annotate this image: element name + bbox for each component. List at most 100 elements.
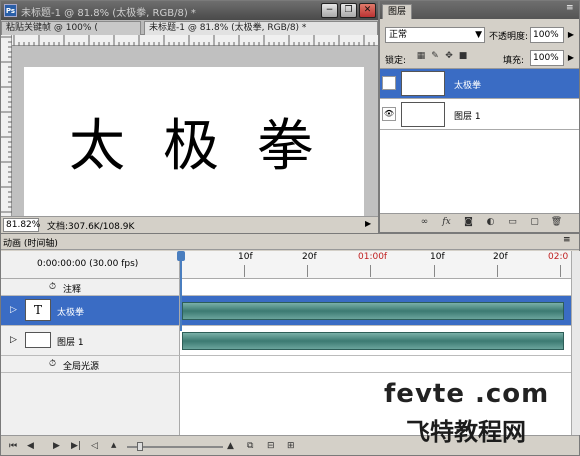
lock-brush-icon[interactable]: ✎ xyxy=(430,51,440,61)
stopwatch-icon[interactable]: ⏱ xyxy=(49,282,56,292)
layers-panel-header: 图层 ≡ xyxy=(380,1,579,19)
new-layer-icon[interactable]: ▢ xyxy=(528,217,541,229)
blend-mode-select[interactable]: 正常 ▼ xyxy=(385,27,485,43)
ruler-tick xyxy=(497,265,498,277)
zoom-field[interactable]: 81.82% xyxy=(3,218,40,232)
ruler-label: 02:0 xyxy=(548,252,569,262)
previous-frame-icon[interactable]: ◀ xyxy=(27,441,34,451)
vertical-ruler xyxy=(1,35,12,216)
timeline-ruler[interactable]: 10f 20f 01:00f 10f 20f 02:0 xyxy=(179,251,571,279)
mask-icon[interactable]: ◙ xyxy=(462,217,475,229)
trim-icon[interactable]: ⊟ xyxy=(267,441,275,451)
fill-field[interactable]: 100% xyxy=(530,50,564,66)
watermark-line2: 飞特教程网 xyxy=(406,418,526,446)
track-global-light-lane[interactable] xyxy=(179,356,571,373)
status-bar: 81.82% 文档:307.6K/108.9K ▶ xyxy=(1,216,378,233)
layer-name: 太极拳 xyxy=(454,81,482,91)
track-label: 太极拳 xyxy=(57,308,85,318)
layer-name: 图层 1 xyxy=(454,112,481,122)
track-label: 图层 1 xyxy=(57,338,84,348)
document-canvas[interactable]: 太极拳 xyxy=(24,67,364,219)
timecode-readout: 0:00:00:00 (30.00 fps) xyxy=(37,259,138,269)
document-tab-untitled[interactable]: 未标题-1 @ 81.8% (太极拳, RGB/8) * xyxy=(144,21,378,35)
group-icon[interactable]: ▭ xyxy=(506,217,519,229)
layer-duration-bar[interactable] xyxy=(182,332,564,350)
audio-icon[interactable]: ◁ xyxy=(91,441,98,451)
stopwatch-icon[interactable]: ⏱ xyxy=(49,359,56,369)
opacity-arrow-icon[interactable]: ▶ xyxy=(566,27,576,43)
eye-icon[interactable]: 👁 xyxy=(382,76,396,90)
track-layer-1[interactable]: ▷ 图层 1 xyxy=(1,326,179,356)
fx-icon[interactable]: fx xyxy=(440,217,453,229)
next-frame-icon[interactable]: ▶| xyxy=(71,441,81,451)
ruler-tick xyxy=(307,265,308,277)
layer-row-layer1[interactable]: 👁 图层 1 xyxy=(380,100,579,130)
track-label: 全局光源 xyxy=(63,362,100,372)
trash-icon[interactable]: 🗑 xyxy=(550,217,563,229)
document-size-info[interactable]: 文档:307.6K/108.9K xyxy=(47,219,134,232)
watermark-line1: fevte .com xyxy=(384,379,550,409)
layer-thumbnail xyxy=(25,332,51,348)
minimize-button[interactable]: − xyxy=(321,3,338,18)
link-icon[interactable]: ∞ xyxy=(418,217,431,229)
document-window: Ps 未标题-1 @ 81.8% (太极拳, RGB/8) * − ❐ ✕ 粘贴… xyxy=(0,0,379,233)
tab-animation-timeline[interactable]: 动画 (时间轴) xyxy=(3,236,58,249)
fill-arrow-icon[interactable]: ▶ xyxy=(566,50,576,66)
lock-transparent-icon[interactable]: ▦ xyxy=(416,51,426,61)
fill-label: 填充: xyxy=(503,56,525,66)
document-title-bar[interactable]: Ps 未标题-1 @ 81.8% (太极拳, RGB/8) * − ❐ ✕ xyxy=(1,1,378,20)
lock-label: 锁定: xyxy=(385,56,407,66)
adjustment-icon[interactable]: ◐ xyxy=(484,217,497,229)
time-display: 0:00:00:00 (30.00 fps) xyxy=(1,251,179,279)
first-frame-icon[interactable]: ⏮ xyxy=(9,441,17,451)
expand-triangle-icon[interactable]: ▷ xyxy=(10,335,17,345)
track-layer-taijiquan-lane[interactable] xyxy=(179,296,571,326)
layer-list: 👁 T 太极拳 👁 图层 1 xyxy=(380,68,579,213)
panel-menu-icon[interactable]: ≡ xyxy=(563,235,571,245)
convert-to-frame-icon[interactable]: ⊞ xyxy=(287,441,295,451)
tab-layers[interactable]: 图层 xyxy=(382,4,413,19)
ruler-label: 10f xyxy=(430,252,445,262)
zoom-in-mountain-icon[interactable]: ▲ xyxy=(227,441,234,451)
ruler-label: 10f xyxy=(238,252,253,262)
layer-duration-bar[interactable] xyxy=(182,302,564,320)
layers-footer: ∞ fx ◙ ◐ ▭ ▢ 🗑 xyxy=(380,213,579,232)
expand-triangle-icon[interactable]: ▷ xyxy=(10,305,17,315)
close-button[interactable]: ✕ xyxy=(359,3,376,18)
layer-thumbnail xyxy=(401,102,445,127)
track-layer-taijiquan[interactable]: ▷ T 太极拳 xyxy=(1,296,179,326)
vertical-scrollbar[interactable] xyxy=(571,251,580,435)
play-icon[interactable]: ▶ xyxy=(53,441,60,451)
canvas-text-layer: 太极拳 xyxy=(69,114,351,179)
panel-menu-icon[interactable]: ≡ xyxy=(566,3,574,13)
playhead-line xyxy=(180,251,182,331)
maximize-button[interactable]: ❐ xyxy=(340,3,357,18)
ruler-tick xyxy=(434,265,435,277)
opacity-field[interactable]: 100% xyxy=(530,27,564,43)
animation-panel-header: 动画 (时间轴) ≡ xyxy=(1,234,579,250)
zoom-slider-handle[interactable] xyxy=(137,442,143,451)
text-layer-thumbnail: T xyxy=(25,299,51,321)
scroll-right-icon[interactable]: ▶ xyxy=(365,219,371,228)
ruler-label: 20f xyxy=(493,252,508,262)
current-time[interactable]: 0:00:00:00 xyxy=(37,259,86,269)
opacity-label: 不透明度: xyxy=(489,32,529,42)
eye-icon[interactable]: 👁 xyxy=(382,107,396,121)
document-tab-paste-keyframe[interactable]: 粘贴关键帧 @ 100% ( xyxy=(1,21,141,35)
track-empty-area xyxy=(1,373,179,435)
onion-skin-icon[interactable]: ⧉ xyxy=(247,441,253,451)
zoom-out-mountain-icon[interactable]: ▲ xyxy=(111,441,116,449)
ruler-tick xyxy=(370,265,371,277)
track-global-light[interactable]: ⏱ 全局光源 xyxy=(1,356,179,373)
chevron-down-icon: ▼ xyxy=(475,30,482,40)
lock-move-icon[interactable]: ✥ xyxy=(444,51,454,61)
canvas-area[interactable]: 太极拳 xyxy=(12,46,378,219)
ruler-tick xyxy=(560,265,561,277)
track-comments[interactable]: ⏱ 注释 xyxy=(1,279,179,296)
track-comments-lane[interactable] xyxy=(179,279,571,296)
layer-row-taijiquan[interactable]: 👁 T 太极拳 xyxy=(380,69,579,99)
text-layer-thumbnail: T xyxy=(401,71,445,96)
track-layer-1-lane[interactable] xyxy=(179,326,571,356)
ruler-label: 01:00f xyxy=(358,252,388,262)
lock-all-icon[interactable]: ■ xyxy=(458,51,468,61)
